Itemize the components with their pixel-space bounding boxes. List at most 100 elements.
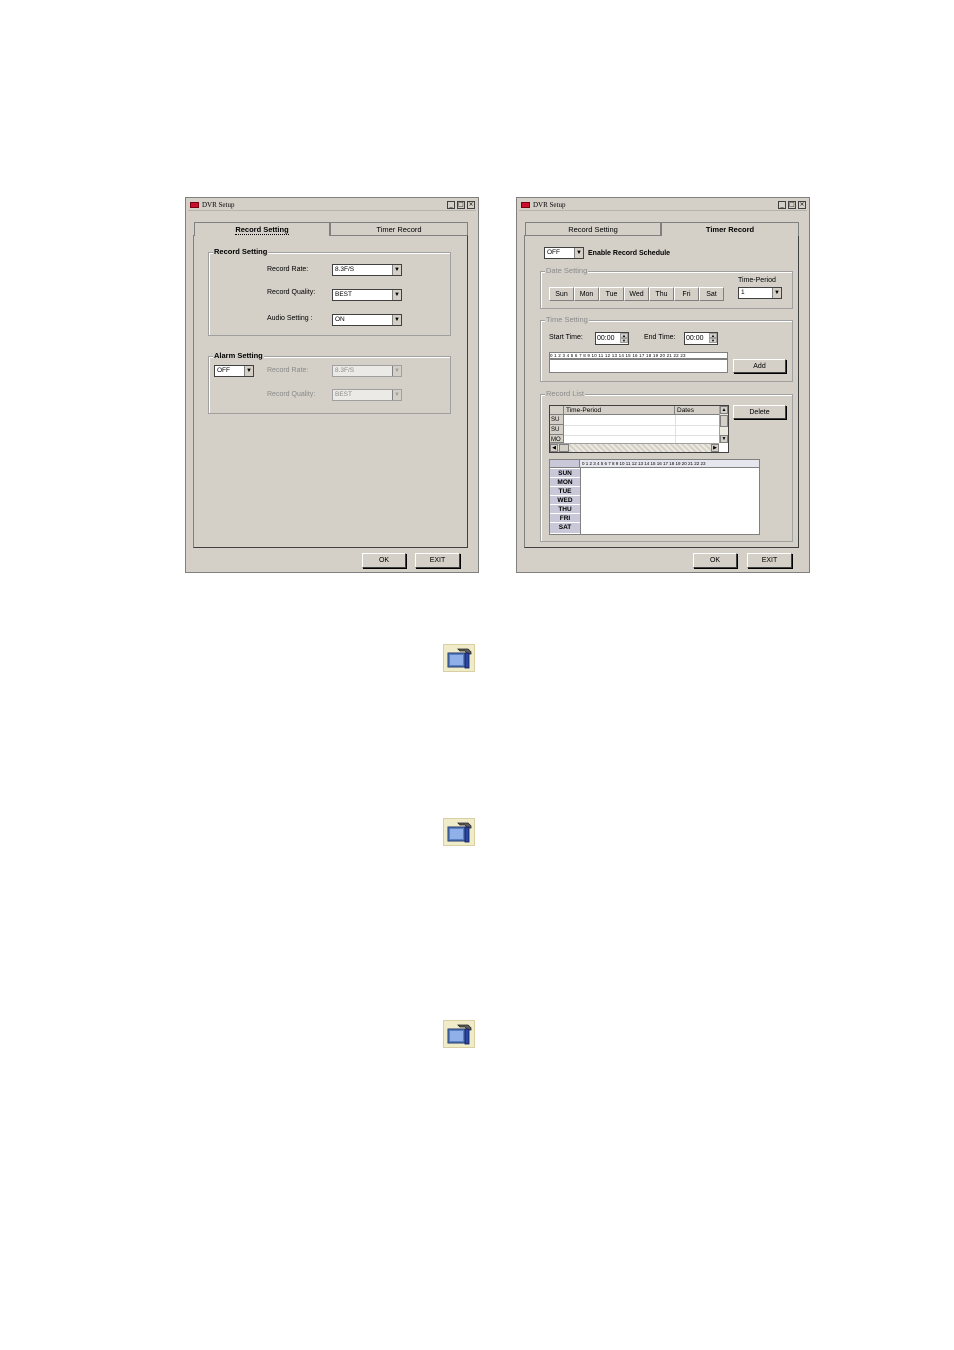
grid-day-sat: SAT [550,523,580,534]
exit-button[interactable]: EXIT [415,553,460,568]
spin-down-icon[interactable]: ▼ [620,338,628,343]
dvr-setup-window-record-setting: DVR Setup _ □ × Record Setting Timer Rec… [185,197,479,573]
tools-icon [443,644,475,672]
record-rate-label: Record Rate: [267,266,309,273]
scroll-left-icon[interactable]: ◀ [550,444,558,452]
record-setting-group: Record Setting Record Rate: 8.3F/S ▼ Rec… [208,247,451,336]
day-button-thu[interactable]: Thu [649,287,674,301]
day-button-mon[interactable]: Mon [574,287,599,301]
maximize-button[interactable]: □ [788,201,796,209]
minimize-button[interactable]: _ [778,201,786,209]
scroll-right-icon[interactable]: ▶ [711,444,719,452]
tools-icon-graphic [447,822,472,843]
add-button[interactable]: Add [733,359,786,373]
group-title: Record List [545,389,585,398]
scroll-thumb[interactable] [559,444,569,452]
end-time-label: End Time: [644,334,676,341]
grid-hours-header: 0 1 2 3 4 5 6 7 8 9 10 11 12 13 14 15 16… [580,460,759,468]
spin-down-icon[interactable]: ▼ [709,338,717,343]
audio-setting-select[interactable]: ON ▼ [332,314,402,326]
record-list-group: Record List Time-Period Dates SU SU MO ▲… [540,389,793,542]
scroll-up-icon[interactable]: ▲ [720,406,728,414]
start-time-input[interactable]: 00:00 ▲ ▼ [595,332,629,345]
day-button-wed[interactable]: Wed [624,287,649,301]
grid-day-thu: THU [550,505,580,514]
schedule-grid: 0 1 2 3 4 5 6 7 8 9 10 11 12 13 14 15 16… [549,459,760,535]
table-row[interactable]: SU [550,415,564,425]
grid-corner [550,460,580,468]
tab-record-setting[interactable]: Record Setting [194,222,330,236]
day-button-fri[interactable]: Fri [674,287,699,301]
tab-panel: OFF ▼ Enable Record Schedule Date Settin… [524,235,799,548]
grid-day-sun: SUN [550,469,580,478]
time-range-bar[interactable] [549,359,728,373]
chevron-down-icon[interactable]: ▼ [392,315,401,325]
app-icon [190,202,199,208]
window-title: DVR Setup [202,201,235,209]
time-period-select[interactable]: 1 ▼ [738,287,782,299]
column-header-time-period[interactable]: Time-Period [564,406,675,415]
chevron-down-icon[interactable]: ▼ [574,248,583,258]
chevron-down-icon[interactable]: ▼ [392,265,401,275]
vertical-scrollbar[interactable]: ▲ ▼ [719,406,728,443]
group-title: Alarm Setting [213,351,264,360]
alarm-mode-select[interactable]: OFF ▼ [214,365,254,377]
date-setting-group: Date Setting Sun Mon Tue Wed Thu Fri Sat… [540,266,793,309]
chevron-down-icon[interactable]: ▼ [772,288,781,298]
tools-icon-graphic [447,648,472,669]
chevron-down-icon[interactable]: ▼ [392,290,401,300]
exit-button[interactable]: EXIT [747,553,792,568]
close-button[interactable]: × [467,201,475,209]
day-button-sat[interactable]: Sat [699,287,724,301]
alarm-record-quality-label: Record Quality: [267,391,316,398]
enable-record-schedule-label: Enable Record Schedule [588,250,671,257]
minimize-button[interactable]: _ [447,201,455,209]
horizontal-scrollbar[interactable]: ◀ ▶ [550,443,719,452]
alarm-record-quality-select[interactable]: BEST ▼ [332,389,402,401]
grid-day-fri: FRI [550,514,580,523]
record-quality-label: Record Quality: [267,289,316,296]
alarm-setting-group: Alarm Setting OFF ▼ Record Rate: 8.3F/S … [208,351,451,414]
table-row[interactable]: MO [550,435,564,443]
grid-day-tue: TUE [550,487,580,496]
close-button[interactable]: × [798,201,806,209]
tab-timer-record[interactable]: Timer Record [330,222,468,236]
scroll-thumb[interactable] [720,415,728,427]
end-time-input[interactable]: 00:00 ▲ ▼ [684,332,718,345]
ok-button[interactable]: OK [693,553,737,568]
tab-record-setting[interactable]: Record Setting [525,222,661,236]
hours-ruler: 0 1 2 3 4 5 6 7 8 9 10 11 12 13 14 15 16… [549,352,728,359]
delete-button[interactable]: Delete [733,405,786,419]
audio-setting-label: Audio Setting : [267,315,313,322]
column-line [675,415,676,443]
start-time-label: Start Time: [549,334,583,341]
ok-button[interactable]: OK [362,553,406,568]
window-title: DVR Setup [533,201,566,209]
tools-icon [443,1020,475,1048]
row-line [564,425,719,426]
scroll-down-icon[interactable]: ▼ [720,435,728,443]
chevron-down-icon[interactable]: ▼ [392,390,401,400]
alarm-record-rate-select[interactable]: 8.3F/S ▼ [332,365,402,377]
tab-timer-record[interactable]: Timer Record [661,222,799,236]
table-row[interactable]: SU [550,425,564,435]
day-button-tue[interactable]: Tue [599,287,624,301]
title-bar[interactable]: DVR Setup _ □ × [519,200,807,211]
record-quality-select[interactable]: BEST ▼ [332,289,402,301]
record-list-table[interactable]: Time-Period Dates SU SU MO ▲ ▼ ◀ ▶ [549,405,729,453]
chevron-down-icon[interactable]: ▼ [392,366,401,376]
row-line [564,435,719,436]
column-header-dates[interactable]: Dates [675,406,721,415]
time-period-label: Time-Period [738,277,776,284]
day-buttons: Sun Mon Tue Wed Thu Fri Sat [549,287,725,301]
group-title: Time Setting [545,315,589,324]
chevron-down-icon[interactable]: ▼ [244,366,253,376]
grid-divider [580,468,581,534]
day-button-sun[interactable]: Sun [549,287,574,301]
maximize-button[interactable]: □ [457,201,465,209]
tools-icon-graphic [447,1024,472,1045]
record-rate-select[interactable]: 8.3F/S ▼ [332,264,402,276]
column-header-spacer [550,406,564,415]
title-bar[interactable]: DVR Setup _ □ × [188,200,476,211]
schedule-mode-select[interactable]: OFF ▼ [544,247,584,259]
